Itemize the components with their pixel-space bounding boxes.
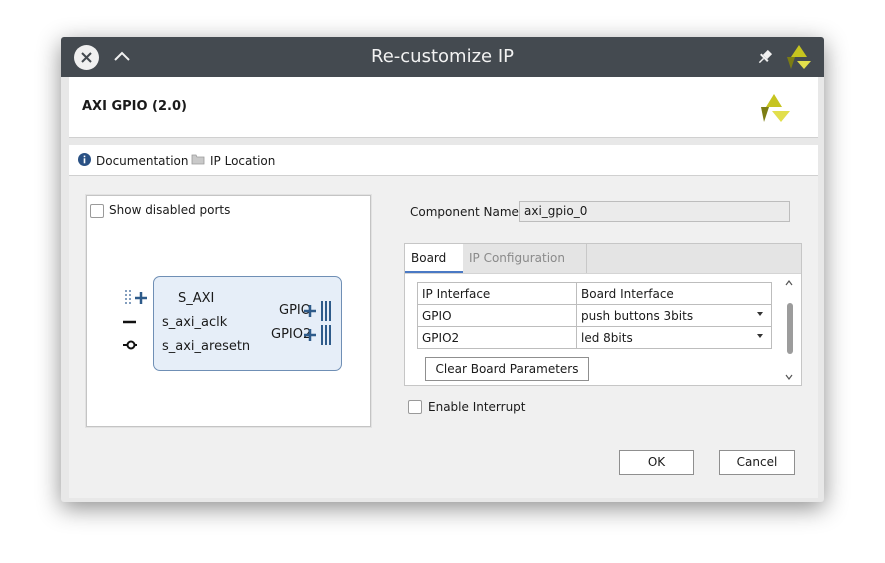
gpio-bus-pin-icon [304,301,331,321]
pin-icon [758,49,773,64]
documentation-link[interactable]: Documentation [78,153,189,169]
ip-location-label: IP Location [210,153,276,168]
window-title: Re-customize IP [371,46,514,67]
board-interface-select[interactable]: led 8bits [576,326,772,349]
ok-button[interactable]: OK [619,450,694,475]
reset-pin-icon [123,340,137,350]
title-bar[interactable]: Re-customize IP [61,37,824,77]
show-disabled-ports-label: Show disabled ports [109,203,231,217]
board-interface-table: IP Interface Board Interface GPIO push b… [417,282,772,349]
tab-board[interactable]: Board [405,244,463,273]
port-s-axi-aclk: s_axi_aclk [162,315,228,330]
ip-location-link[interactable]: IP Location [191,153,275,168]
vertical-scrollbar[interactable] [783,275,795,383]
pin-button[interactable] [756,48,774,66]
clear-board-parameters-button[interactable]: Clear Board Parameters [425,357,589,381]
info-icon [78,153,91,169]
port-s-axi: S_AXI [178,291,215,306]
show-disabled-ports-checkbox[interactable] [90,204,104,218]
xilinx-logo-icon [760,92,794,126]
scroll-thumb[interactable] [787,303,793,354]
board-interface-value: led 8bits [581,330,633,345]
dropdown-arrow-icon [757,334,763,338]
config-tab-pane: Board IP Configuration IP Interface Boar… [404,243,802,386]
gpio2-bus-pin-icon [304,325,331,345]
links-bar: Documentation IP Location [69,145,818,176]
ip-name: AXI GPIO (2.0) [82,99,187,114]
table-row: GPIO2 led 8bits [417,326,772,349]
table-row: GPIO push buttons 3bits [417,304,772,327]
tab-ip-configuration[interactable]: IP Configuration [463,244,587,273]
enable-interrupt-checkbox[interactable] [408,400,422,414]
enable-interrupt-label: Enable Interrupt [428,400,526,414]
component-name-input[interactable]: axi_gpio_0 [519,201,790,222]
s-axi-bus-pin-icon [125,290,147,306]
folder-icon [191,153,205,168]
scroll-up-icon[interactable] [784,278,796,288]
tab-bar: Board IP Configuration [405,244,801,274]
ip-interface-cell: GPIO2 [417,326,577,349]
dropdown-arrow-icon [757,312,763,316]
table-header-row: IP Interface Board Interface [417,282,772,305]
board-interface-select[interactable]: push buttons 3bits [576,304,772,327]
documentation-label: Documentation [96,154,189,168]
dialog-body: Show disabled ports S_AXI s_axi_aclk s_a… [69,176,818,498]
left-port-pins [123,290,147,350]
re-customize-ip-dialog: Re-customize IP AXI GPIO (2.0) Documenta… [61,37,824,502]
scroll-down-icon[interactable] [784,372,796,382]
column-header-board-interface: Board Interface [576,282,772,305]
right-port-pins [304,301,331,345]
board-tab-content: IP Interface Board Interface GPIO push b… [405,274,801,385]
component-name-label: Component Name [410,205,519,219]
cancel-button[interactable]: Cancel [719,450,795,475]
column-header-ip-interface: IP Interface [417,282,577,305]
board-interface-value: push buttons 3bits [581,308,694,323]
xilinx-logo-icon [785,43,813,71]
port-s-axi-aresetn: s_axi_aresetn [162,339,251,354]
ip-header: AXI GPIO (2.0) [69,77,818,138]
ip-interface-cell: GPIO [417,304,577,327]
ip-symbol-panel: Show disabled ports S_AXI s_axi_aclk s_a… [85,194,372,428]
